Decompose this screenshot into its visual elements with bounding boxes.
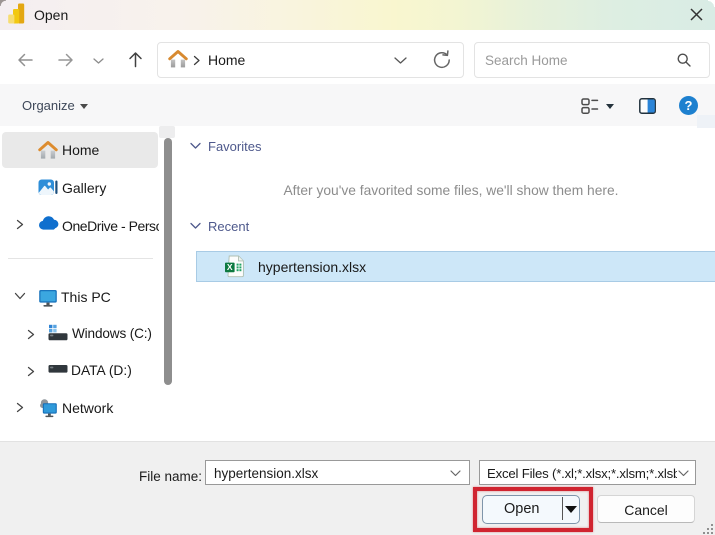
svg-text:X: X <box>227 262 233 272</box>
